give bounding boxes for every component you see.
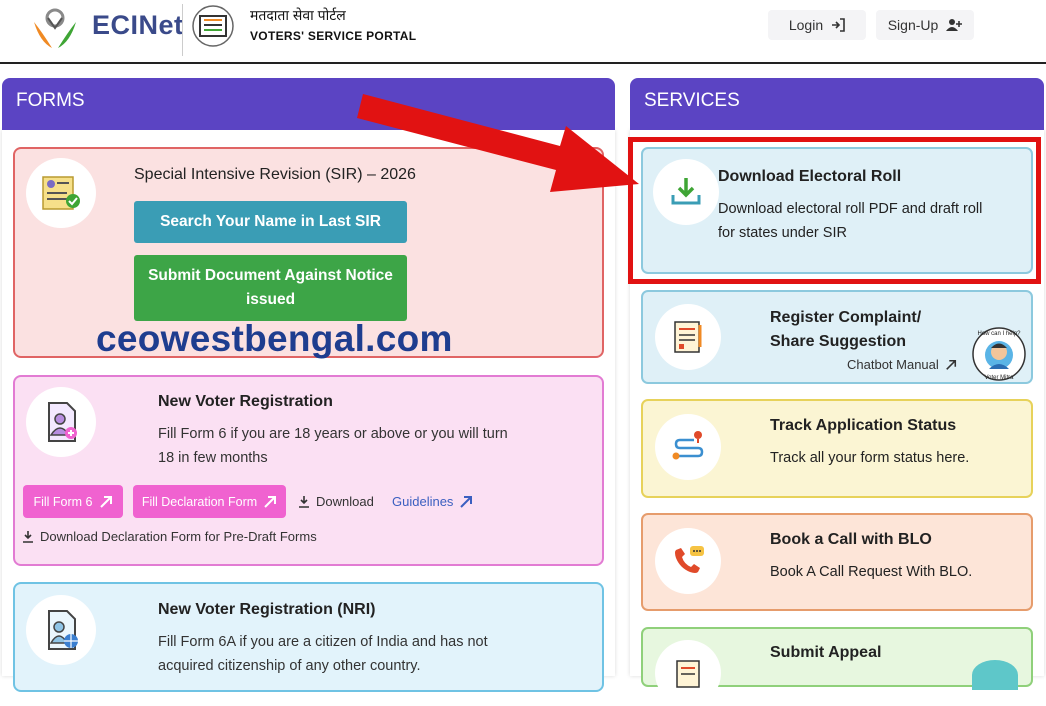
chatbot-manual-link[interactable]: Chatbot Manual — [847, 357, 957, 372]
add-user-icon — [946, 19, 963, 31]
voter-mitra-badge-top: How can I help? — [977, 331, 1021, 337]
route-tracking-icon — [655, 414, 721, 480]
highlight-box — [628, 137, 1041, 284]
download-icon — [299, 496, 309, 508]
track-description: Track all your form status here. — [770, 450, 970, 466]
ecinet-logo-icon[interactable] — [28, 4, 82, 54]
sir-form-icon — [26, 158, 96, 228]
predraft-label: Download Declaration Form for Pre-Draft … — [40, 529, 317, 544]
arrow-up-right-icon — [460, 495, 473, 508]
fill-form-6-label: Fill Form 6 — [33, 494, 93, 509]
chatbot-manual-label: Chatbot Manual — [847, 357, 939, 372]
login-button[interactable]: Login — [768, 10, 866, 40]
submit-document-button[interactable]: Submit Document Against Notice issued — [134, 255, 407, 321]
chat-fab-icon[interactable] — [972, 660, 1018, 690]
blo-title: Book a Call with BLO — [770, 531, 932, 548]
eci-emblem-icon — [192, 5, 234, 47]
complaint-title: Register Complaint/ Share Suggestion — [770, 309, 922, 350]
signup-label: Sign-Up — [887, 17, 939, 33]
fill-form-6-button[interactable]: Fill Form 6 — [23, 485, 123, 518]
search-name-last-sir-button[interactable]: Search Your Name in Last SIR — [134, 201, 407, 243]
new-voter-description: Fill Form 6 if you are 18 years or above… — [158, 426, 508, 466]
watermark-text: ceowestbengal.com — [96, 318, 453, 359]
blo-description: Book A Call Request With BLO. — [770, 564, 973, 580]
arrow-up-right-icon — [99, 495, 112, 508]
appeal-title: Submit Appeal — [770, 644, 882, 661]
complaint-form-icon — [655, 304, 721, 370]
portal-title-hindi: मतदाता सेवा पोर्टल — [250, 7, 346, 23]
voter-mitra-badge-bottom: Voter Mitra — [984, 375, 1014, 381]
nri-title: New Voter Registration (NRI) — [158, 601, 376, 618]
services-heading: SERVICES — [630, 78, 1044, 130]
login-icon — [832, 18, 845, 32]
new-voter-form-icon — [26, 387, 96, 457]
brand-divider — [182, 4, 183, 56]
appeal-form-icon — [655, 640, 721, 706]
phone-call-icon — [655, 528, 721, 594]
predraft-download-link[interactable]: Download Declaration Form for Pre-Draft … — [22, 529, 317, 544]
red-arrow-icon — [357, 94, 639, 192]
new-voter-title: New Voter Registration — [158, 393, 333, 410]
nri-description: Fill Form 6A if you are a citizen of Ind… — [158, 634, 488, 674]
guidelines-label: Guidelines — [392, 494, 454, 509]
login-label: Login — [788, 17, 824, 33]
download-link[interactable]: Download — [298, 494, 374, 509]
portal-title-english: VOTERS' SERVICE PORTAL — [250, 29, 417, 43]
guidelines-link[interactable]: Guidelines — [392, 494, 473, 509]
download-icon — [23, 531, 33, 543]
track-title: Track Application Status — [770, 417, 957, 434]
signup-button[interactable]: Sign-Up — [876, 10, 974, 40]
brand-name[interactable]: ECINet — [92, 10, 184, 41]
fill-declaration-form-button[interactable]: Fill Declaration Form — [133, 485, 286, 518]
arrow-up-right-icon — [264, 495, 277, 508]
voter-mitra-chatbot-icon[interactable]: How can I help? Voter Mitra — [970, 326, 1028, 382]
fill-declaration-label: Fill Declaration Form — [141, 494, 258, 509]
download-label: Download — [316, 494, 374, 509]
arrow-up-right-icon — [945, 359, 956, 370]
nri-form-icon — [26, 595, 96, 665]
